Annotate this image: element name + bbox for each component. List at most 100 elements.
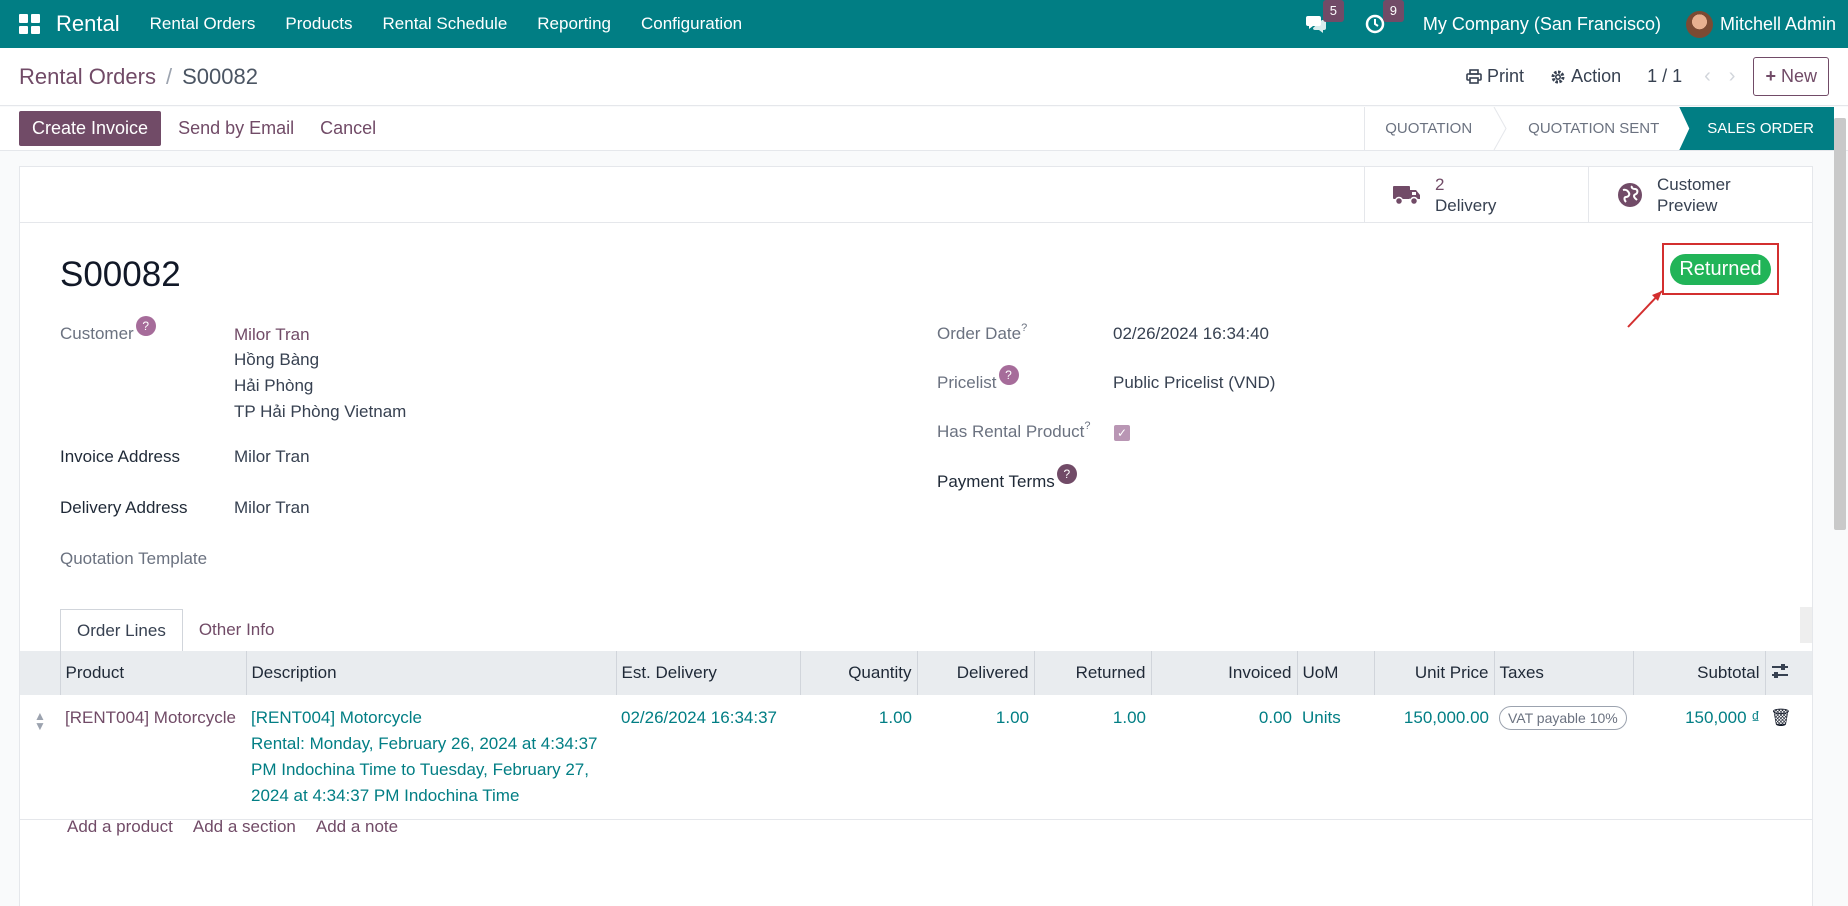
menu-rental-schedule[interactable]: Rental Schedule (383, 14, 508, 34)
delivery-count: 2 (1435, 174, 1445, 194)
description-line: 2024 at 4:34:37 PM Indochina Time (251, 786, 520, 805)
pricelist-field[interactable]: Public Pricelist (VND) (1113, 373, 1275, 393)
header-returned[interactable]: Returned (1033, 651, 1151, 695)
messages-badge: 5 (1322, 0, 1344, 22)
payment-terms-help-icon[interactable]: ? (1056, 464, 1077, 484)
action-label: Action (1571, 66, 1622, 86)
cell-taxes[interactable]: VAT payable 10% (1494, 695, 1633, 820)
header-delivered[interactable]: Delivered (916, 651, 1034, 695)
menu-rental-orders[interactable]: Rental Orders (150, 14, 256, 34)
form-sheet: 2 Delivery Customer Preview S00082 Returne… (19, 166, 1813, 906)
header-quantity[interactable]: Quantity (799, 651, 917, 695)
header-taxes[interactable]: Taxes (1493, 651, 1633, 695)
print-button[interactable]: Print (1466, 66, 1524, 87)
company-switcher[interactable]: My Company (San Francisco) (1423, 14, 1661, 35)
pager-value[interactable]: 1 / 1 (1647, 66, 1682, 87)
delete-row-icon[interactable]: 🗑 (1765, 695, 1812, 820)
cell-uom[interactable]: Units (1297, 695, 1374, 820)
tax-tag: VAT payable 10% (1499, 706, 1627, 730)
add-section-link[interactable]: Add a section (193, 817, 296, 837)
globe-icon (1618, 182, 1642, 207)
pricelist-label: Pricelist? (937, 365, 1019, 393)
delivery-address-label: Delivery Address (60, 498, 188, 517)
cell-est-delivery[interactable]: 02/26/2024 16:34:37 (616, 695, 800, 820)
row-drag-handle-icon[interactable]: ▲ ▼ (20, 695, 60, 820)
has-rental-label: Has Rental Product? (937, 420, 1091, 441)
cell-invoiced[interactable]: 0.00 (1151, 695, 1297, 820)
pricelist-help-icon[interactable]: ? (998, 365, 1019, 385)
table-scrollbar[interactable] (1800, 607, 1812, 643)
description-line: PM Indochina Time to Tuesday, February 2… (251, 760, 589, 779)
cell-product[interactable]: [RENT004] Motorcycle (60, 695, 246, 820)
returned-highlight: Returned (1662, 243, 1779, 295)
truck-icon (1393, 185, 1420, 205)
cancel-button[interactable]: Cancel (307, 111, 389, 146)
page-scrollbar[interactable] (1834, 118, 1846, 530)
stage-quotation[interactable]: QUOTATION (1365, 107, 1492, 150)
preview-label-2: Preview (1657, 195, 1718, 215)
cell-returned[interactable]: 1.00 (1034, 695, 1151, 820)
menu-products[interactable]: Products (285, 14, 352, 34)
print-icon (1466, 69, 1482, 84)
sliders-icon (1771, 663, 1788, 678)
status-pipeline: QUOTATION QUOTATION SENT SALES ORDER (1364, 107, 1834, 150)
activities-button[interactable]: 9 (1365, 0, 1404, 34)
invoice-address-label: Invoice Address (60, 447, 181, 466)
customer-address-line1: Hồng Bàng (234, 350, 320, 369)
delivery-address-field[interactable]: Milor Tran (234, 498, 310, 518)
tab-order-lines[interactable]: Order Lines (60, 609, 183, 653)
invoice-address-field[interactable]: Milor Tran (234, 447, 310, 467)
customer-address-line2: Hải Phòng (234, 376, 314, 395)
header-uom[interactable]: UoM (1296, 651, 1374, 695)
delivery-label: Delivery (1435, 195, 1497, 215)
add-note-link[interactable]: Add a note (316, 817, 398, 837)
messages-button[interactable]: 5 (1305, 0, 1344, 34)
pager-next-icon[interactable]: › (1729, 65, 1736, 88)
header-subtotal[interactable]: Subtotal (1632, 651, 1765, 695)
stage-quotation-sent[interactable]: QUOTATION SENT (1508, 107, 1679, 150)
record-title: S00082 (60, 255, 181, 294)
header-invoiced[interactable]: Invoiced (1150, 651, 1297, 695)
header-description[interactable]: Description (245, 651, 616, 695)
add-product-link[interactable]: Add a product (67, 817, 173, 837)
header-product[interactable]: Product (59, 651, 246, 695)
cell-delivered[interactable]: 1.00 (917, 695, 1034, 820)
breadcrumb-parent[interactable]: Rental Orders (19, 64, 156, 90)
app-name[interactable]: Rental (56, 11, 120, 37)
stage-sales-order[interactable]: SALES ORDER (1679, 107, 1834, 150)
action-button[interactable]: Action (1550, 66, 1621, 87)
order-date-label: Order Date? (937, 322, 1028, 343)
delivery-smart-button[interactable]: 2 Delivery (1364, 167, 1588, 222)
breadcrumb-current: S00082 (182, 63, 258, 89)
order-date-field[interactable]: 02/26/2024 16:34:40 (1113, 324, 1269, 344)
cell-description[interactable]: [RENT004] Motorcycle Rental: Monday, Feb… (246, 695, 616, 820)
status-bar: Create Invoice Send by Email Cancel QUOT… (0, 107, 1848, 151)
add-line-links: Add a product Add a section Add a note (67, 817, 398, 837)
menu-reporting[interactable]: Reporting (537, 14, 611, 34)
table-row[interactable]: ▲ ▼ [RENT004] Motorcycle [RENT004] Motorc… (20, 695, 1812, 820)
has-rental-checkbox[interactable]: ✓ (1114, 425, 1130, 441)
annotation-arrow-icon (1627, 290, 1663, 328)
customer-preview-smart-button[interactable]: Customer Preview (1588, 167, 1812, 222)
cell-quantity[interactable]: 1.00 (800, 695, 917, 820)
new-button[interactable]: + New (1753, 57, 1829, 96)
menu-configuration[interactable]: Configuration (641, 14, 742, 34)
user-menu[interactable]: Mitchell Admin (1720, 14, 1836, 35)
cell-unit-price[interactable]: 150,000.00 (1374, 695, 1494, 820)
preview-label-1: Customer (1657, 174, 1731, 194)
notebook-tabs: Order Lines Other Info (60, 609, 290, 653)
apps-menu-icon[interactable] (19, 14, 41, 34)
pager-prev-icon[interactable]: ‹ (1704, 65, 1711, 88)
send-by-email-button[interactable]: Send by Email (165, 111, 307, 146)
customer-label: Customer? (60, 316, 156, 344)
top-navbar: Rental Rental Orders Products Rental Sch… (0, 0, 1848, 48)
header-est-delivery[interactable]: Est. Delivery (615, 651, 800, 695)
customer-name[interactable]: Milor Tran (234, 325, 310, 345)
customer-help-icon[interactable]: ? (135, 316, 156, 336)
cell-subtotal: 150,000 ₫ (1685, 708, 1760, 727)
user-avatar[interactable] (1685, 10, 1713, 38)
header-unit-price[interactable]: Unit Price (1373, 651, 1494, 695)
tab-other-info[interactable]: Other Info (183, 609, 291, 653)
create-invoice-button[interactable]: Create Invoice (19, 111, 162, 146)
optional-columns-header[interactable] (1764, 651, 1812, 695)
